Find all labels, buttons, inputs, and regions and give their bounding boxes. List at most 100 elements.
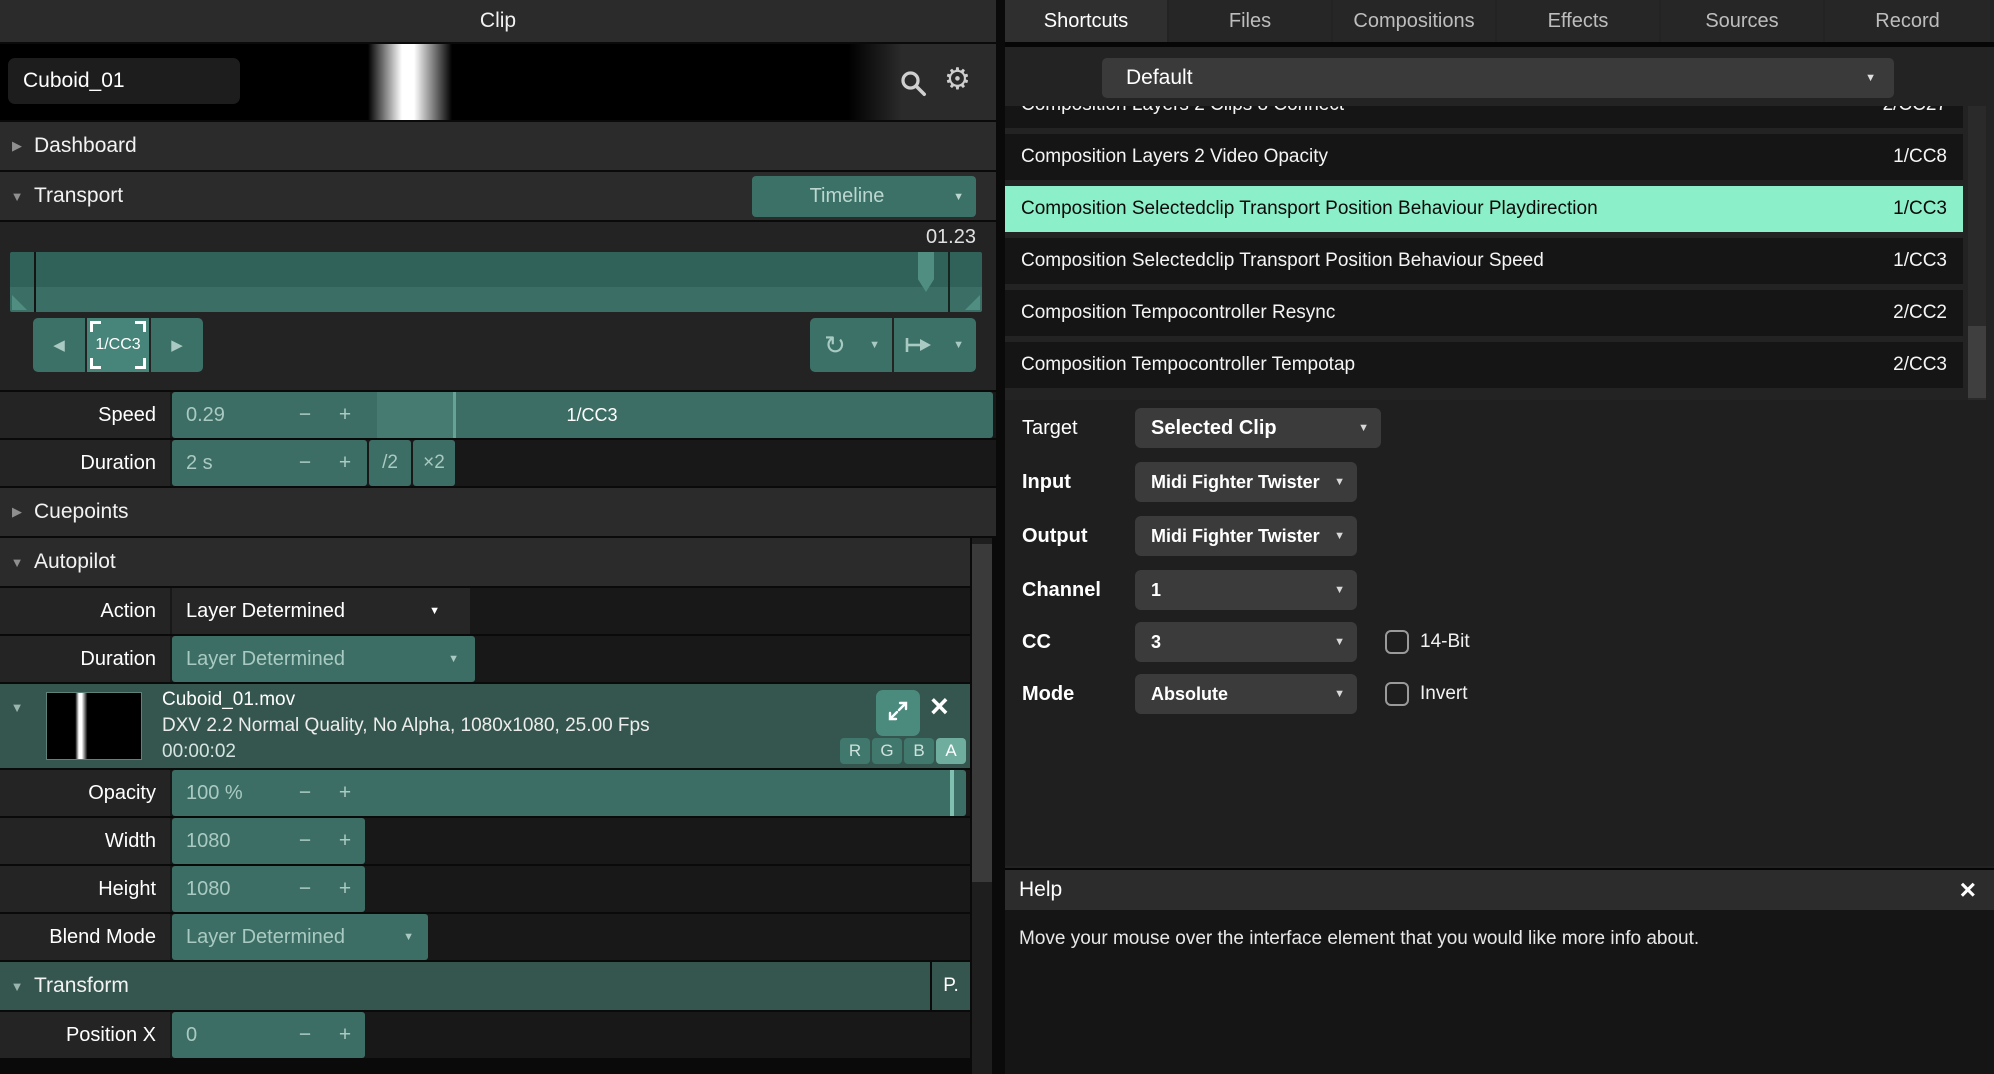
tab-files[interactable]: Files [1169, 0, 1331, 42]
shortcut-list-scrollbar-thumb[interactable] [1968, 326, 1986, 398]
speed-minus-button[interactable]: − [290, 392, 320, 438]
tab-compositions[interactable]: Compositions [1333, 0, 1495, 42]
shortcut-row[interactable]: Composition Tempocontroller Tempotap 2/C… [1005, 342, 1963, 388]
shortcut-value: 2/CC27 [1883, 106, 1947, 128]
chevron-down-icon: ▼ [1334, 622, 1345, 662]
expand-arrow-icon: ▼ [0, 700, 34, 715]
height-field[interactable]: 1080 − + [172, 866, 365, 912]
chevron-down-icon: ▼ [953, 176, 964, 217]
help-title: Help [1019, 870, 1062, 910]
section-dashboard[interactable]: ▶ Dashboard [0, 122, 996, 170]
width-field[interactable]: 1080 − + [172, 818, 365, 864]
cc-label: CC [1022, 622, 1051, 662]
position-x-minus-button[interactable]: − [290, 1012, 320, 1058]
speed-plus-button[interactable]: + [330, 392, 360, 438]
speed-field[interactable]: 0.29 − + 1/CC3 [172, 392, 993, 438]
opacity-slider[interactable]: 100 % − + [172, 770, 966, 816]
shortcut-name: Composition Layers 2 Video Opacity [1021, 134, 1328, 180]
position-x-field[interactable]: 0 − + [172, 1012, 365, 1058]
duration-minus-button[interactable]: − [290, 440, 320, 486]
height-value[interactable]: 1080 [186, 866, 231, 912]
chevron-down-icon: ▼ [869, 318, 880, 372]
clip-file-name: Cuboid_01.mov [162, 689, 295, 711]
height-minus-button[interactable]: − [290, 866, 320, 912]
loop-in-marker[interactable] [34, 252, 36, 312]
position-x-value[interactable]: 0 [186, 1012, 197, 1058]
speed-slider-fill[interactable] [377, 392, 453, 438]
input-dropdown[interactable]: Midi Fighter Twister ▼ [1135, 462, 1357, 502]
gear-icon[interactable]: ⚙ [944, 62, 971, 97]
shortcut-row[interactable]: Composition Selectedclip Transport Posit… [1005, 238, 1963, 284]
transport-mode-value: Timeline [752, 176, 942, 217]
transform-preset-button[interactable]: P. [932, 962, 970, 1010]
autopilot-duration-dropdown[interactable]: Layer Determined ▼ [172, 636, 475, 682]
tab-sources[interactable]: Sources [1661, 0, 1823, 42]
duration-field[interactable]: 2 s − + [172, 440, 367, 486]
chevron-down-icon: ▼ [429, 588, 440, 634]
width-minus-button[interactable]: − [290, 818, 320, 864]
transport-midi-shortcut[interactable]: 1/CC3 [87, 318, 149, 372]
clip-name-field[interactable]: Cuboid_01 [8, 58, 240, 104]
tab-shortcuts[interactable]: Shortcuts [1005, 0, 1167, 42]
shortcut-row[interactable]: Composition Layers 2 Video Opacity 1/CC8 [1005, 134, 1963, 180]
chevron-down-icon: ▼ [953, 318, 964, 372]
clip-file-info[interactable]: ▼ Cuboid_01.mov DXV 2.2 Normal Quality, … [0, 684, 970, 768]
width-value[interactable]: 1080 [186, 818, 231, 864]
output-dropdown[interactable]: Midi Fighter Twister ▼ [1135, 516, 1357, 556]
invert-label: Invert [1420, 680, 1468, 708]
fourteen-bit-label: 14-Bit [1420, 628, 1470, 656]
shortcut-preset-dropdown[interactable]: Default ▼ [1102, 58, 1894, 98]
expand-clip-button[interactable] [876, 690, 920, 736]
target-dropdown[interactable]: Selected Clip ▼ [1135, 408, 1381, 448]
mode-dropdown[interactable]: Absolute ▼ [1135, 674, 1357, 714]
help-close-button[interactable]: × [1960, 870, 1976, 910]
shortcut-row[interactable]: Composition Layers 2 Clips 8 Connect 2/C… [1005, 106, 1963, 128]
blend-mode-dropdown[interactable]: Layer Determined ▼ [172, 914, 428, 960]
opacity-value[interactable]: 100 % [186, 770, 243, 816]
opacity-minus-button[interactable]: − [290, 770, 320, 816]
transport-mode-dropdown[interactable]: Timeline ▼ [752, 176, 976, 217]
channel-r-toggle[interactable]: R [840, 738, 870, 764]
duration-value[interactable]: 2 s [186, 440, 213, 486]
chevron-down-icon: ▼ [448, 636, 459, 682]
height-plus-button[interactable]: + [330, 866, 360, 912]
fourteen-bit-checkbox[interactable] [1385, 630, 1409, 654]
channel-a-toggle[interactable]: A [936, 738, 966, 764]
opacity-plus-button[interactable]: + [330, 770, 360, 816]
position-x-plus-button[interactable]: + [330, 1012, 360, 1058]
tab-record[interactable]: Record [1825, 0, 1990, 42]
speed-slider-thumb[interactable] [453, 392, 456, 438]
timeline-track[interactable] [10, 252, 982, 312]
channel-dropdown[interactable]: 1 ▼ [1135, 570, 1357, 610]
channel-b-toggle[interactable]: B [904, 738, 934, 764]
channel-g-toggle[interactable]: G [872, 738, 902, 764]
duration-double-button[interactable]: ×2 [413, 440, 455, 486]
section-autopilot[interactable]: ▼ Autopilot [0, 538, 970, 586]
invert-checkbox[interactable] [1385, 682, 1409, 706]
duration-half-button[interactable]: /2 [369, 440, 411, 486]
search-icon[interactable] [898, 68, 928, 103]
opacity-slider-thumb[interactable] [950, 770, 954, 816]
width-plus-button[interactable]: + [330, 818, 360, 864]
loop-mode-button[interactable]: ↻ ▼ [810, 318, 892, 372]
duration-plus-button[interactable]: + [330, 440, 360, 486]
next-frame-button[interactable]: ▶ [151, 318, 203, 372]
playhead-icon[interactable] [918, 252, 934, 292]
section-transport[interactable]: ▼ Transport Timeline ▼ [0, 172, 996, 220]
play-direction-button[interactable]: ▼ [894, 318, 976, 372]
play-direction-icon [904, 318, 934, 372]
playhead-line [948, 252, 950, 312]
shortcut-row-selected[interactable]: Composition Selectedclip Transport Posit… [1005, 186, 1963, 232]
section-transform[interactable]: ▼ Transform [0, 962, 930, 1010]
tab-effects[interactable]: Effects [1497, 0, 1659, 42]
section-cuepoints[interactable]: ▶ Cuepoints [0, 488, 996, 536]
autopilot-duration-value: Layer Determined [186, 636, 345, 682]
clip-panel-scrollbar-thumb[interactable] [972, 544, 992, 882]
speed-value[interactable]: 0.29 [186, 392, 225, 438]
prev-frame-button[interactable]: ◀ [33, 318, 85, 372]
remove-clip-button[interactable]: × [930, 688, 949, 725]
cc-dropdown[interactable]: 3 ▼ [1135, 622, 1357, 662]
output-label: Output [1022, 516, 1088, 556]
shortcut-row[interactable]: Composition Tempocontroller Resync 2/CC2 [1005, 290, 1963, 336]
action-dropdown[interactable]: Layer Determined ▼ [172, 588, 470, 634]
